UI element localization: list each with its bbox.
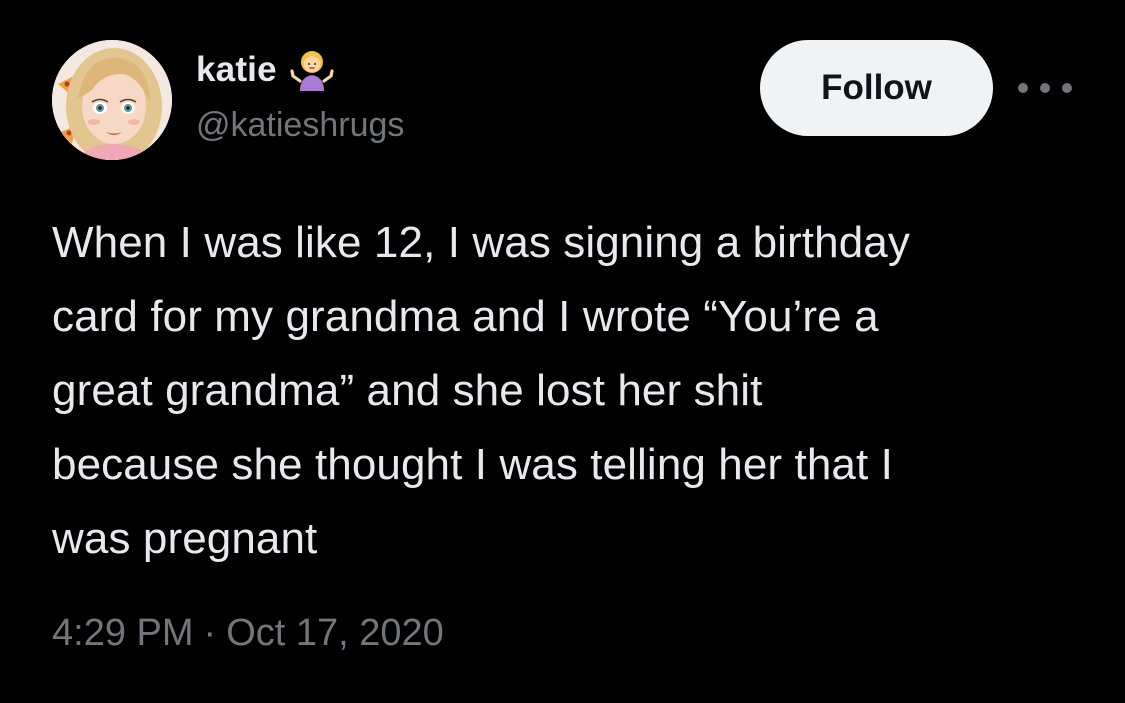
avatar[interactable] <box>52 40 172 160</box>
meta-separator: · <box>203 612 217 654</box>
tweet-meta: 4:29 PM · Oct 17, 2020 <box>52 612 444 655</box>
person-shrugging-emoji-icon <box>289 47 335 93</box>
more-horizontal-icon <box>1040 83 1050 93</box>
tweet-text: When I was like 12, I was signing a birt… <box>52 218 910 563</box>
more-horizontal-icon <box>1062 83 1072 93</box>
more-horizontal-icon <box>1018 83 1028 93</box>
name-row: katie <box>196 46 335 94</box>
tweet-date[interactable]: Oct 17, 2020 <box>226 612 444 655</box>
follow-button[interactable]: Follow <box>760 40 993 136</box>
tweet-time[interactable]: 4:29 PM <box>52 612 194 655</box>
avatar-illustration <box>52 40 172 160</box>
more-options-button[interactable] <box>1018 74 1072 102</box>
user-handle[interactable]: @katieshrugs <box>196 106 404 145</box>
display-name[interactable]: katie <box>196 50 277 90</box>
tweet-card: katie @katieshrugs Follow When I was lik… <box>0 0 1125 703</box>
